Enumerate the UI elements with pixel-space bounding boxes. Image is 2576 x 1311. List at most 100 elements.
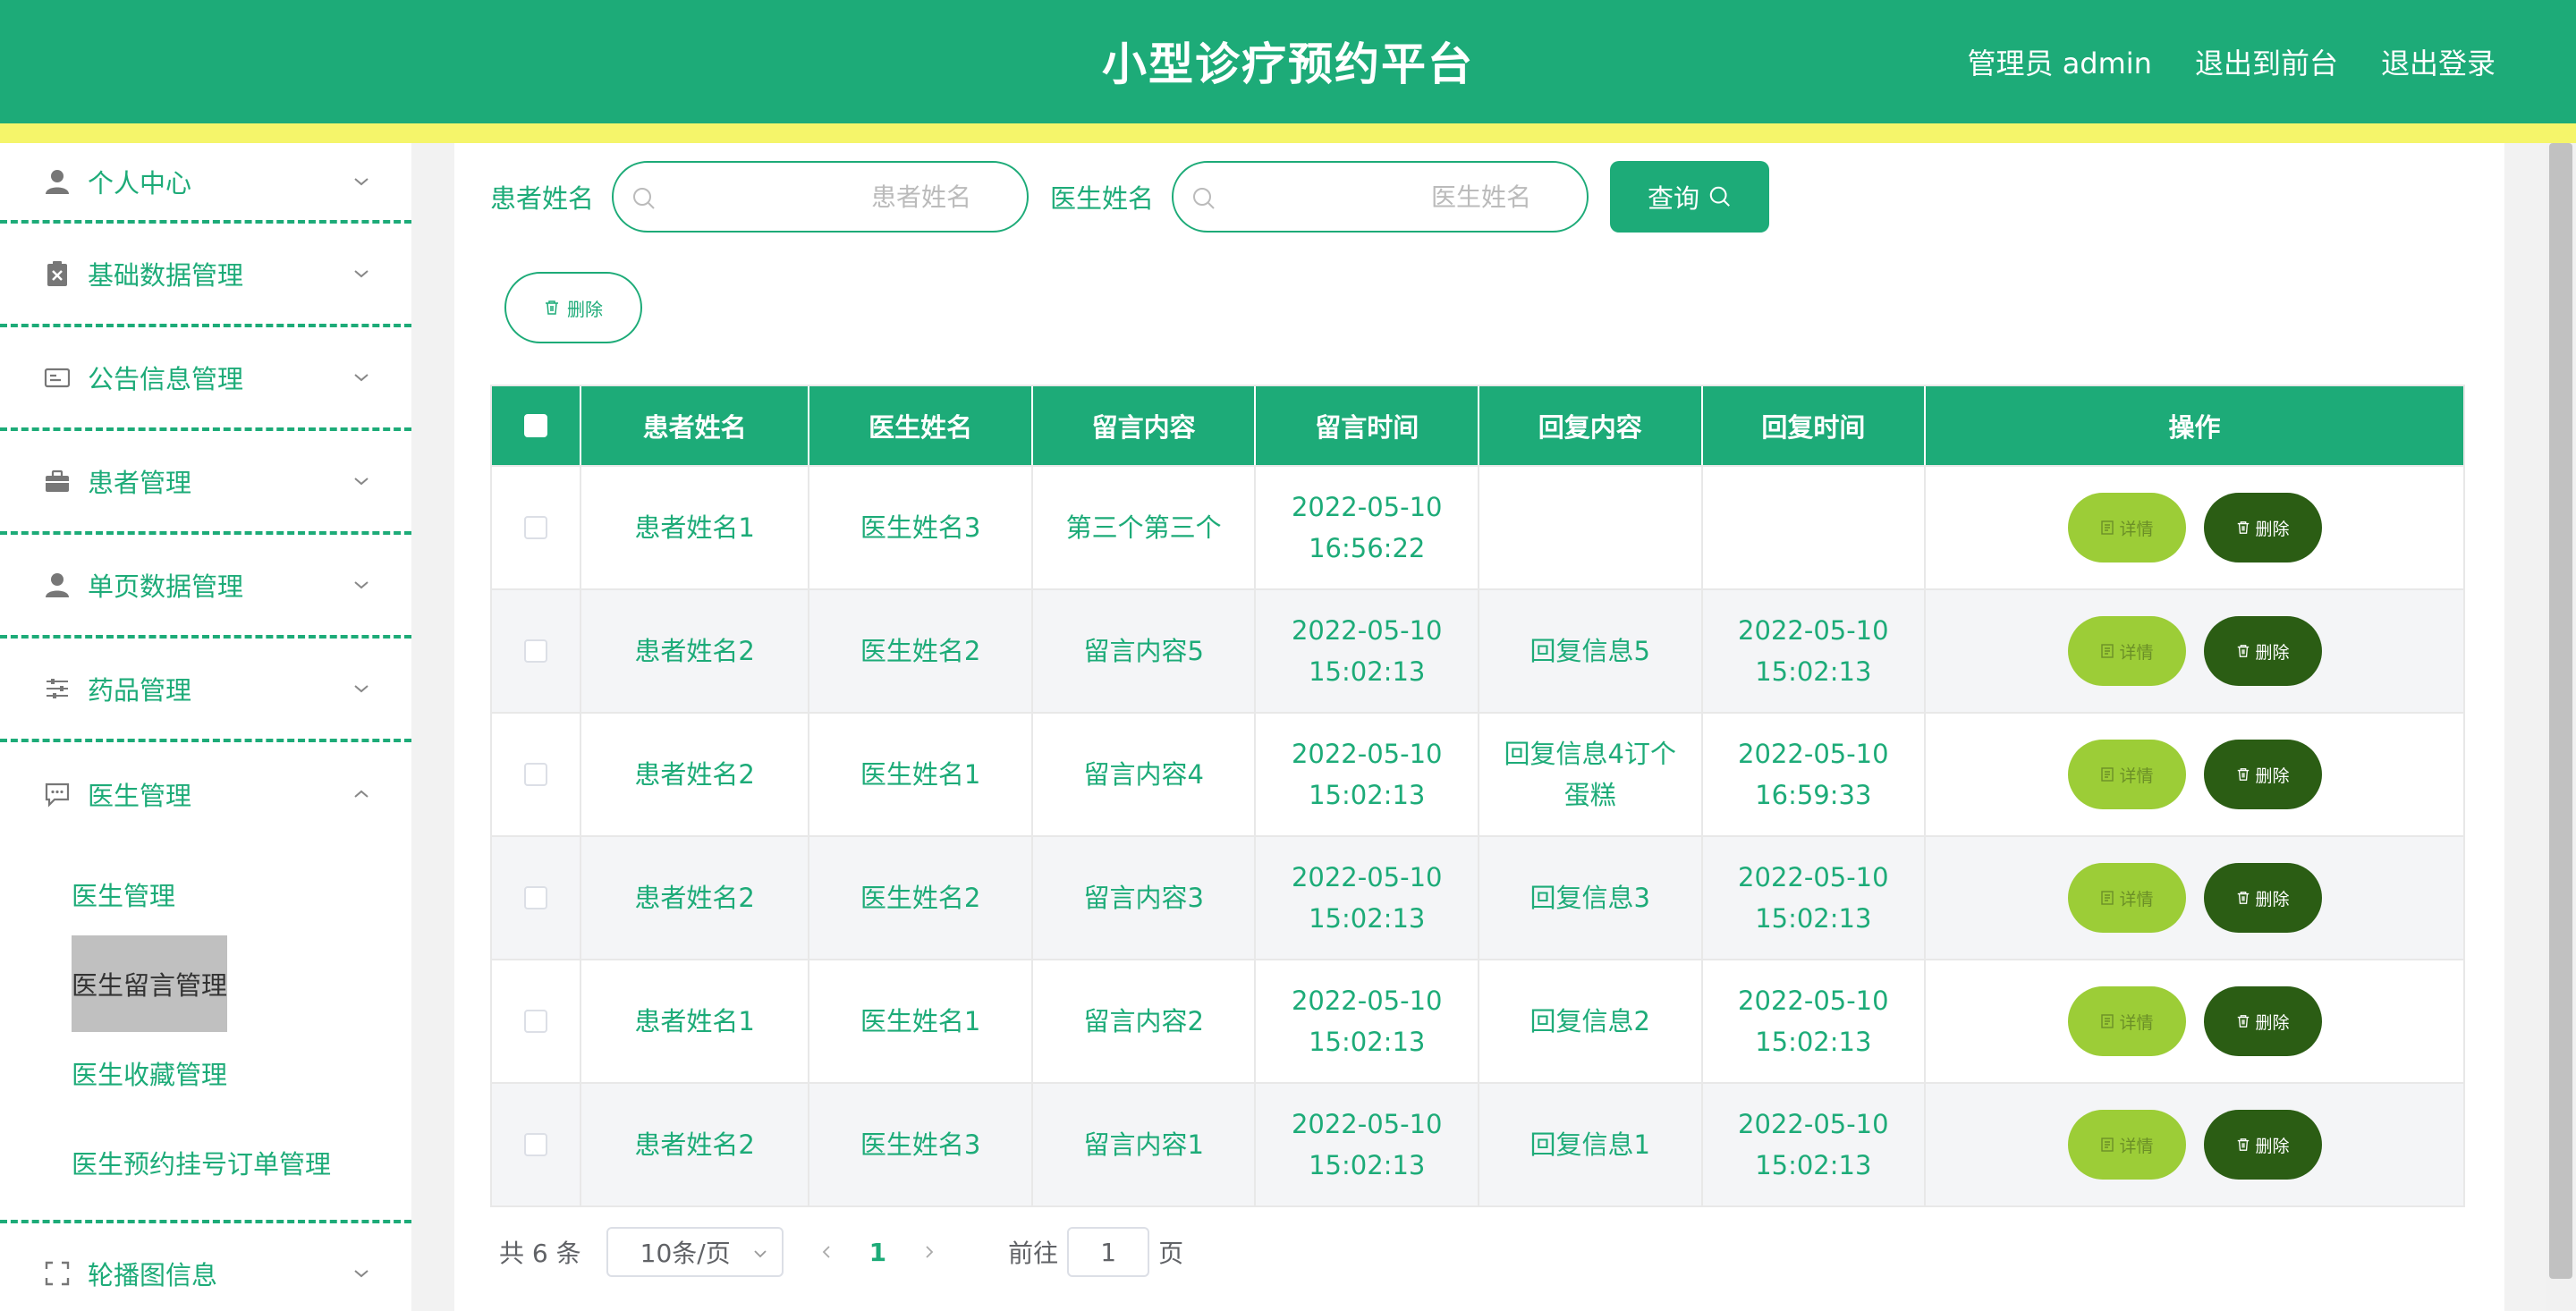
patient-name-label: 患者姓名 [490, 183, 595, 214]
reply-cell: 回复信息2 [1479, 960, 1703, 1082]
batch-delete-label: 删除 [567, 298, 603, 320]
menu-group-single-page[interactable]: 单页数据管理 [0, 535, 411, 639]
patient-name: 患者姓名2 [634, 759, 755, 790]
detail-button[interactable]: 详情 [2067, 986, 2186, 1056]
reply-content: 回复信息5 [1530, 636, 1650, 666]
menu-group-notice[interactable]: 公告信息管理 [0, 327, 411, 431]
prev-page-icon[interactable] [818, 1243, 835, 1261]
page-number-current[interactable]: 1 [869, 1238, 886, 1267]
row-checkbox[interactable] [523, 1133, 547, 1156]
message-content: 第三个第三个 [1065, 512, 1222, 543]
reply-time: 2022-05-10 15:02:13 [1738, 615, 1889, 687]
query-button-label: 查询 [1648, 183, 1700, 214]
header-cell: 操作 [2168, 412, 2221, 443]
chevron-down-icon [354, 581, 369, 589]
doctor-name: 医生姓名1 [860, 1006, 981, 1036]
search-icon [1193, 188, 1215, 209]
row-select-cell [492, 467, 581, 588]
patient-cell: 患者姓名2 [581, 714, 810, 835]
top-header: 小型诊疗预约平台 管理员 admin 退出到前台 退出登录 [0, 0, 2576, 143]
content-cell: 留言内容3 [1033, 837, 1257, 959]
doctor-name: 医生姓名3 [860, 512, 981, 543]
row-select-cell [492, 714, 581, 835]
delete-button[interactable]: 删除 [2203, 863, 2322, 933]
menu-group-doctor[interactable]: 医生管理 [0, 742, 411, 846]
message-time: 2022-05-10 15:02:13 [1291, 615, 1443, 687]
delete-label: 删除 [2255, 889, 2290, 909]
reply-time-cell: 2022-05-10 15:02:13 [1703, 1084, 1927, 1205]
actions-cell: 详情 删除 [1926, 467, 2463, 588]
header-cell: 留言时间 [1256, 386, 1479, 465]
detail-button[interactable]: 详情 [2067, 1110, 2186, 1180]
exit-to-front-link[interactable]: 退出到前台 [2195, 41, 2338, 82]
sub-item-doctor-message[interactable]: 医生留言管理 [0, 935, 411, 1032]
patient-name-input[interactable] [614, 163, 1028, 231]
delete-button[interactable]: 删除 [2203, 740, 2322, 809]
query-button[interactable]: 查询 [1610, 161, 1770, 233]
delete-label: 删除 [2255, 765, 2290, 786]
header-accent-bar [0, 123, 2576, 143]
detail-button[interactable]: 详情 [2067, 740, 2186, 809]
message-time: 2022-05-10 16:56:22 [1291, 492, 1443, 563]
menu-group-label: 公告信息管理 [88, 364, 244, 394]
reply-content: 回复信息4订个蛋糕 [1504, 739, 1676, 810]
table-row: 患者姓名1 医生姓名3 第三个第三个 2022-05-10 16:56:22 详… [492, 465, 2463, 588]
reply-content: 回复信息2 [1530, 1006, 1650, 1036]
row-checkbox[interactable] [523, 1010, 547, 1033]
document-icon [2100, 1014, 2114, 1028]
chevron-down-icon [354, 685, 369, 693]
chevron-up-icon [354, 790, 369, 798]
header-cell: 回复内容 [1479, 386, 1703, 465]
row-checkbox[interactable] [523, 516, 547, 539]
goto-page-input[interactable] [1067, 1227, 1150, 1277]
sub-item-label: 医生管理 [72, 881, 176, 911]
delete-label: 删除 [2255, 519, 2290, 539]
chevron-down-icon [354, 374, 369, 382]
doctor-cell: 医生姓名1 [809, 714, 1033, 835]
menu-group-carousel[interactable]: 轮播图信息 [0, 1223, 411, 1311]
doctor-name-input[interactable] [1174, 163, 1588, 231]
patient-name: 患者姓名2 [634, 636, 755, 666]
menu-group-medicine[interactable]: 药品管理 [0, 639, 411, 742]
row-checkbox[interactable] [523, 639, 547, 663]
patient-name: 患者姓名1 [634, 1006, 755, 1036]
sub-item-doctor-favorite[interactable]: 医生收藏管理 [0, 1028, 411, 1118]
menu-group-personal-center[interactable]: 个人中心 [0, 143, 411, 224]
sub-item-doctor-appointment[interactable]: 医生预约挂号订单管理 [0, 1118, 411, 1207]
doctor-name-field [1172, 161, 1589, 233]
select-all-checkbox[interactable] [523, 414, 547, 437]
page-size-select[interactable]: 10条/页 [606, 1227, 784, 1277]
chevron-down-icon [354, 178, 369, 186]
detail-button[interactable]: 详情 [2067, 863, 2186, 933]
logout-link[interactable]: 退出登录 [2381, 41, 2496, 82]
menu-group-basic-data[interactable]: 基础数据管理 [0, 224, 411, 327]
detail-button[interactable]: 详情 [2067, 616, 2186, 686]
row-checkbox[interactable] [523, 886, 547, 909]
page-scrollbar-thumb[interactable] [2549, 143, 2572, 1279]
row-checkbox[interactable] [523, 763, 547, 786]
menu-group-label: 医生管理 [88, 781, 192, 811]
trash-icon [2237, 521, 2249, 534]
reply-time: 2022-05-10 15:02:13 [1738, 862, 1889, 934]
time-cell: 2022-05-10 15:02:13 [1256, 1084, 1479, 1205]
row-select-cell [492, 1084, 581, 1205]
sub-item-doctor-manage[interactable]: 医生管理 [0, 850, 411, 939]
patient-name: 患者姓名2 [634, 883, 755, 913]
menu-group-patient[interactable]: 患者管理 [0, 431, 411, 535]
delete-label: 删除 [2255, 1012, 2290, 1033]
delete-button[interactable]: 删除 [2203, 616, 2322, 686]
delete-button[interactable]: 删除 [2203, 1110, 2322, 1180]
time-cell: 2022-05-10 15:02:13 [1256, 960, 1479, 1082]
chat-icon [43, 780, 72, 808]
detail-button[interactable]: 详情 [2067, 493, 2186, 562]
delete-button[interactable]: 删除 [2203, 493, 2322, 562]
doctor-cell: 医生姓名2 [809, 837, 1033, 959]
trash-icon [2237, 1138, 2249, 1151]
message-content: 留言内容4 [1083, 759, 1204, 790]
batch-delete-button[interactable]: 删除 [504, 272, 642, 343]
time-cell: 2022-05-10 15:02:13 [1256, 590, 1479, 712]
reply-cell [1479, 467, 1703, 588]
next-page-icon[interactable] [920, 1243, 938, 1261]
delete-button[interactable]: 删除 [2203, 986, 2322, 1056]
detail-label: 详情 [2119, 519, 2154, 539]
